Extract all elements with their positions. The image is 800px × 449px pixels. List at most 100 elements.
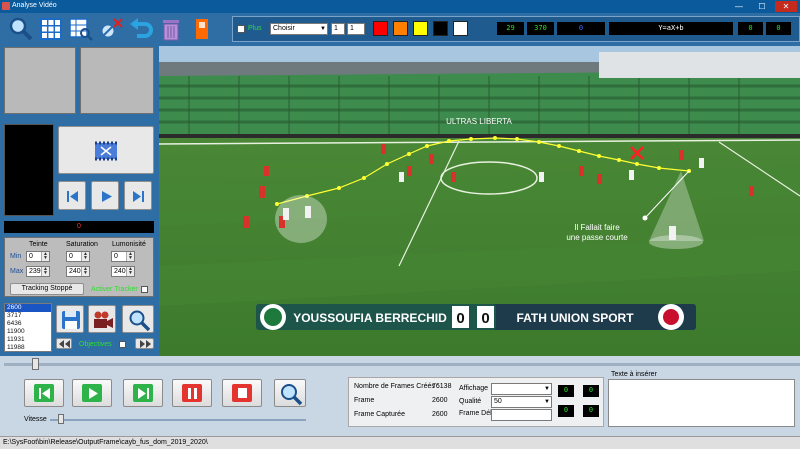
preview-box-1 xyxy=(4,47,76,114)
list-item[interactable]: 11900 xyxy=(5,328,51,336)
table-search-icon[interactable] xyxy=(68,16,94,42)
max-label: Max xyxy=(10,268,24,275)
satellite-delete-icon[interactable] xyxy=(98,16,124,42)
activer-tracker-label: Activer Tracker xyxy=(91,286,138,293)
stop-button[interactable] xyxy=(222,379,262,407)
fast-forward-button[interactable] xyxy=(135,338,154,349)
color-swatch[interactable] xyxy=(393,21,408,36)
saturation-min-value: 0 xyxy=(69,253,73,260)
speed-track[interactable] xyxy=(50,419,306,421)
plus-checkbox[interactable] xyxy=(237,25,245,33)
color-swatch[interactable] xyxy=(413,21,428,36)
color-swatch[interactable] xyxy=(453,21,468,36)
save-button[interactable] xyxy=(56,305,84,333)
min-label: Min xyxy=(10,253,22,260)
pause-button[interactable] xyxy=(172,379,212,407)
objectives-checkbox[interactable] xyxy=(119,341,126,348)
lcd-a: 0 xyxy=(738,22,763,35)
spinner-arrows-icon: ▲ ▼ xyxy=(81,252,89,261)
qualite-value: 50 xyxy=(494,398,502,405)
skip-back-icon xyxy=(39,388,50,399)
capture-button[interactable] xyxy=(88,305,116,333)
activer-tracker-checkbox[interactable] xyxy=(141,286,148,293)
timeline-track[interactable] xyxy=(4,363,800,366)
skip-back-icon xyxy=(67,191,78,202)
luminosite-min-value: 0 xyxy=(114,253,118,260)
app-window: Analyse Vidéo — ☐ ✕ Plus Choisir ▼ 1 1 29… xyxy=(0,0,800,449)
last-frame-button[interactable] xyxy=(123,379,163,407)
list-item[interactable]: 6436 xyxy=(5,320,51,328)
tracking-button[interactable]: Tracking Stoppé xyxy=(10,283,84,295)
camera-icon xyxy=(94,311,113,328)
play-video-button[interactable] xyxy=(72,379,112,407)
shape-select[interactable]: Choisir ▼ xyxy=(270,23,328,35)
search-icon[interactable] xyxy=(8,16,34,42)
zoom-button[interactable] xyxy=(122,305,154,333)
annotation-line-2: une passe courte xyxy=(566,233,628,242)
annotation-line-1: Il Fallait faire xyxy=(574,223,620,232)
capture-preview xyxy=(4,124,54,216)
lcd-value: 0 xyxy=(557,22,605,35)
grid-icon[interactable] xyxy=(38,16,64,42)
saturation-max-input[interactable]: 240 ▲ ▼ xyxy=(66,266,90,277)
preview-box-2 xyxy=(80,47,154,114)
width-select-1[interactable]: 1 xyxy=(331,23,345,35)
counter-display: 0 xyxy=(4,221,154,233)
objectives-label: Objectives xyxy=(79,341,112,348)
lcd-b: 0 xyxy=(766,22,791,35)
first-frame-button[interactable] xyxy=(24,379,64,407)
rewind-button[interactable] xyxy=(56,338,72,349)
luminosite-min-input[interactable]: 0 ▲ ▼ xyxy=(111,251,135,262)
output-path: E:\SysFoot\bin\Release\OutputFrame\cayb_… xyxy=(3,439,208,446)
frame-deb-input[interactable] xyxy=(491,409,552,421)
list-item[interactable]: 11931 xyxy=(5,336,51,344)
affichage-label: Affichage xyxy=(459,385,489,392)
luminosite-max-value: 240 xyxy=(114,268,126,275)
width-select-2-value: 1 xyxy=(350,25,354,32)
play-button[interactable] xyxy=(91,181,119,210)
close-button[interactable]: ✕ xyxy=(775,1,797,12)
teinte-min-input[interactable]: 0 ▲ ▼ xyxy=(26,251,50,262)
timeline-thumb[interactable] xyxy=(32,358,39,370)
magnifier-icon xyxy=(129,310,150,331)
color-swatch[interactable] xyxy=(373,21,388,36)
list-item[interactable]: 11988 xyxy=(5,344,51,351)
teinte-max-input[interactable]: 239 ▲ ▼ xyxy=(26,266,50,277)
undo-icon[interactable] xyxy=(128,16,154,42)
affichage-select[interactable]: ▼ xyxy=(491,383,552,395)
frame-label: Frame xyxy=(354,397,375,404)
width-select-2[interactable]: 1 xyxy=(347,23,365,35)
qualite-select[interactable]: 50 ▼ xyxy=(491,396,552,408)
floppy-disk-icon xyxy=(62,311,80,329)
load-video-button[interactable] xyxy=(58,126,154,174)
chevron-down-icon: ▼ xyxy=(544,386,550,392)
prev-frame-button[interactable] xyxy=(58,181,86,210)
saturation-label: Saturation xyxy=(66,241,98,248)
search-frame-button[interactable] xyxy=(274,379,306,407)
scoreboard: YOUSSOUFIA BERRECHID 0 0 FATH UNION SPOR… xyxy=(256,304,696,330)
luminosite-max-input[interactable]: 240 ▲ ▼ xyxy=(111,266,135,277)
saturation-min-input[interactable]: 0 ▲ ▼ xyxy=(66,251,90,262)
skip-forward-icon xyxy=(138,388,149,399)
equation-display: Y=aX+b xyxy=(609,22,733,35)
frames-created-value: 76138 xyxy=(432,383,452,390)
speed-thumb[interactable] xyxy=(58,414,64,424)
video-frame[interactable]: ULTRAS LIBERTA YOUSSOUFIA BERRECHID 0 0 … xyxy=(159,46,800,356)
pause-icon xyxy=(188,388,197,399)
list-item[interactable]: 3717 xyxy=(5,312,51,320)
color-swatch[interactable] xyxy=(433,21,448,36)
frame-value: 2600 xyxy=(432,397,448,404)
stop-icon xyxy=(238,388,247,398)
marker-icon[interactable] xyxy=(190,16,216,42)
next-frame-button[interactable] xyxy=(124,181,152,210)
maximize-button[interactable]: ☐ xyxy=(751,1,773,12)
skip-forward-icon xyxy=(133,191,144,202)
frame-list[interactable]: 2600 3717 6436 11900 11931 11988 xyxy=(4,303,52,352)
width-select-1-value: 1 xyxy=(334,25,338,32)
away-team-name: FATH UNION SPORT xyxy=(516,311,634,325)
minimize-button[interactable]: — xyxy=(728,1,750,12)
saturation-max-value: 240 xyxy=(69,268,81,275)
texte-input[interactable] xyxy=(608,379,795,427)
trash-icon[interactable] xyxy=(158,16,184,42)
list-item[interactable]: 2600 xyxy=(5,304,51,312)
